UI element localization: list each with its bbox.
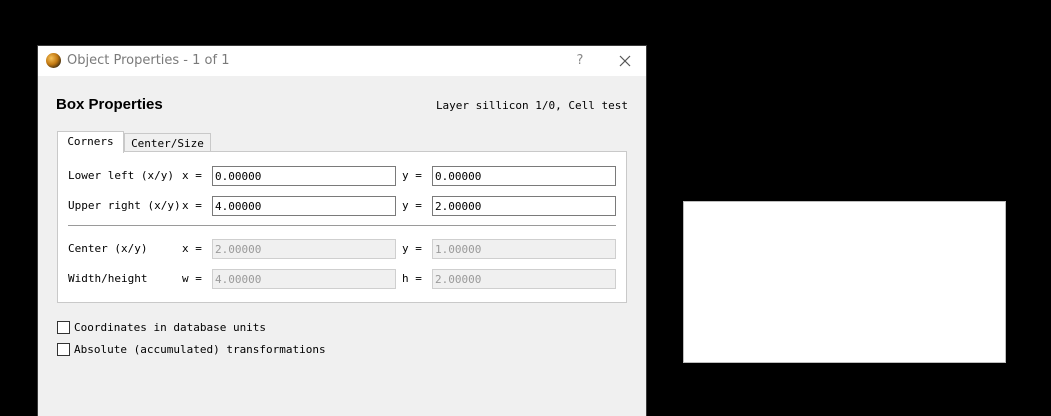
center-y-label: y = [402,242,422,255]
upper-right-x-input[interactable] [212,196,396,216]
center-y-field [432,239,616,259]
object-properties-dialog: Object Properties - 1 of 1 ? Box Propert… [37,45,647,416]
tab-corners[interactable]: Corners [57,131,124,153]
upper-right-label: Upper right (x/y) [68,199,181,212]
screen: Object Properties - 1 of 1 ? Box Propert… [0,0,1051,416]
width-field [212,269,396,289]
upper-right-y-label: y = [402,199,422,212]
selected-box-shape[interactable] [683,201,1006,363]
center-x-label: x = [182,242,202,255]
lower-left-y-label: y = [402,169,422,182]
width-label: w = [182,272,202,285]
lower-left-x-label: x = [182,169,202,182]
lower-left-y-input[interactable] [432,166,616,186]
box-properties-heading: Box Properties [56,96,163,113]
absolute-transform-checkbox[interactable] [57,343,70,356]
upper-right-y-input[interactable] [432,196,616,216]
corners-tab-panel: Lower left (x/y) x = y = Upper right (x/… [57,151,627,303]
height-label: h = [402,272,422,285]
dbu-checkbox[interactable] [57,321,70,334]
lower-left-label: Lower left (x/y) [68,169,174,182]
close-icon[interactable] [612,50,638,72]
width-height-label: Width/height [68,272,148,285]
app-icon [46,53,61,68]
dbu-checkbox-label[interactable]: Coordinates in database units [74,321,266,334]
layer-info: Layer sillicon 1/0, Cell test [435,99,628,112]
lower-left-x-input[interactable] [212,166,396,186]
title-bar[interactable]: Object Properties - 1 of 1 ? [38,46,646,76]
separator [68,225,616,226]
height-field [432,269,616,289]
absolute-transform-checkbox-label[interactable]: Absolute (accumulated) transformations [74,343,326,356]
window-title: Object Properties - 1 of 1 [67,53,230,68]
upper-right-x-label: x = [182,199,202,212]
tab-center-size[interactable]: Center/Size [124,133,211,153]
center-label: Center (x/y) [68,242,148,255]
help-button[interactable]: ? [571,51,589,71]
center-x-field [212,239,396,259]
